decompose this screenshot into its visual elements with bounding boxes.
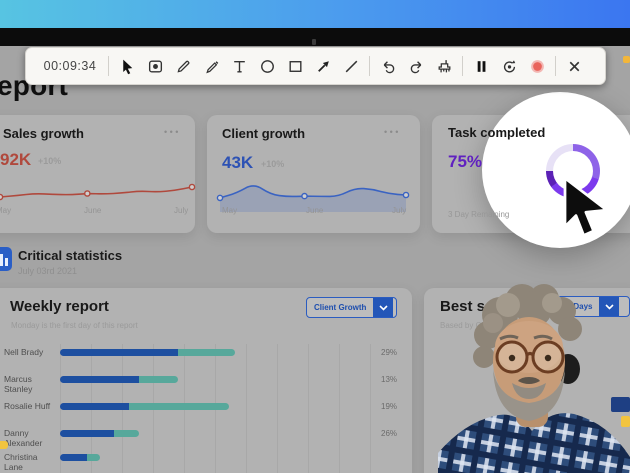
screenshot-tool[interactable] [141,52,169,80]
client-card-title: Client growth [222,126,305,141]
undo-button[interactable] [374,52,402,80]
line-tool[interactable] [337,52,365,80]
bar-row-percent: 26% [381,429,397,438]
edge-fragment-yellow-left [0,441,8,449]
weekly-filter-dropdown[interactable]: Client Growth [306,297,397,318]
edge-fragment-yellow-right [621,416,630,427]
edge-fragment-navy [611,397,630,412]
pen-tool[interactable] [197,52,225,80]
toolbar-divider [369,56,370,76]
bar-segment-secondary [139,376,178,383]
webcam-overlay [438,283,630,473]
sales-delta: +10% [38,156,61,166]
critical-statistics-date: July 03rd 2021 [18,266,77,276]
task-value: 75% [448,152,482,172]
restart-button[interactable] [495,52,523,80]
sales-card-menu-icon[interactable]: ••• [164,127,181,137]
pencil-tool[interactable] [169,52,197,80]
browser-top-gradient [0,0,630,28]
weekly-report-title: Weekly report [10,298,109,315]
bar-segment-primary [60,430,114,437]
recorder-toolbar: 00:09:34 [25,47,606,85]
bar-segment-secondary [87,454,100,461]
bar-row-percent: 19% [381,402,397,411]
edge-fragment-yellow-top [623,56,630,63]
mouse-cursor [556,176,618,242]
weekly-report-subtitle: Monday is the first day of this report [11,321,138,330]
bar-row-percent: 29% [381,348,397,357]
sales-tick-june: June [84,206,101,215]
bar-segment-primary [60,454,87,461]
rectangle-tool[interactable] [281,52,309,80]
bar-row-label: Nell Brady [4,347,58,357]
bar-segment-primary [60,376,139,383]
client-delta: +10% [261,159,284,169]
bar-segment-primary [60,403,129,410]
client-tick-july: July [392,206,406,215]
toolbar-divider [555,56,556,76]
sales-tick-may: May [0,206,11,215]
task-note: 3 Day Remaining [448,210,509,219]
sales-tick-july: July [174,206,188,215]
sales-sparkline-chart [0,177,192,207]
clear-button[interactable] [430,52,458,80]
client-value: 43K [222,153,253,173]
sales-card-title: Sales growth [3,126,84,141]
task-card-title: Task completed [448,125,545,140]
bar-segment-primary [60,349,178,356]
toolbar-divider [462,56,463,76]
client-tick-may: May [222,206,237,215]
bar-row-label: Marcus Stanley [4,374,58,394]
redo-button[interactable] [402,52,430,80]
chevron-down-icon [373,298,393,317]
ellipse-tool[interactable] [253,52,281,80]
arrow-tool[interactable] [309,52,337,80]
text-tool[interactable] [225,52,253,80]
close-button[interactable] [560,52,588,80]
critical-statistics-title: Critical statistics [18,248,122,263]
pointer-tool[interactable] [113,52,141,80]
bar-row-label: Rosalie Huff [4,401,58,411]
pause-button[interactable] [467,52,495,80]
critical-statistics-icon [0,247,12,271]
sales-value: 92K [0,150,31,170]
recording-timer: 00:09:34 [36,59,104,73]
toolbar-divider [108,56,109,76]
client-card-menu-icon[interactable]: ••• [384,127,401,137]
client-tick-june: June [306,206,323,215]
bar-segment-secondary [178,349,235,356]
bar-row-label: Danny Alexander [4,428,58,448]
bar-row-percent: 13% [381,375,397,384]
weekly-filter-label: Client Growth [307,298,373,317]
bar-row-label: Christina Lane [4,452,58,472]
record-button[interactable] [523,52,551,80]
bar-segment-secondary [114,430,139,437]
window-notch [312,39,316,45]
screen: eport Sales growth ••• 92K +10% May June… [0,0,630,473]
client-sparkline-chart [220,174,406,208]
bar-segment-secondary [129,403,229,410]
